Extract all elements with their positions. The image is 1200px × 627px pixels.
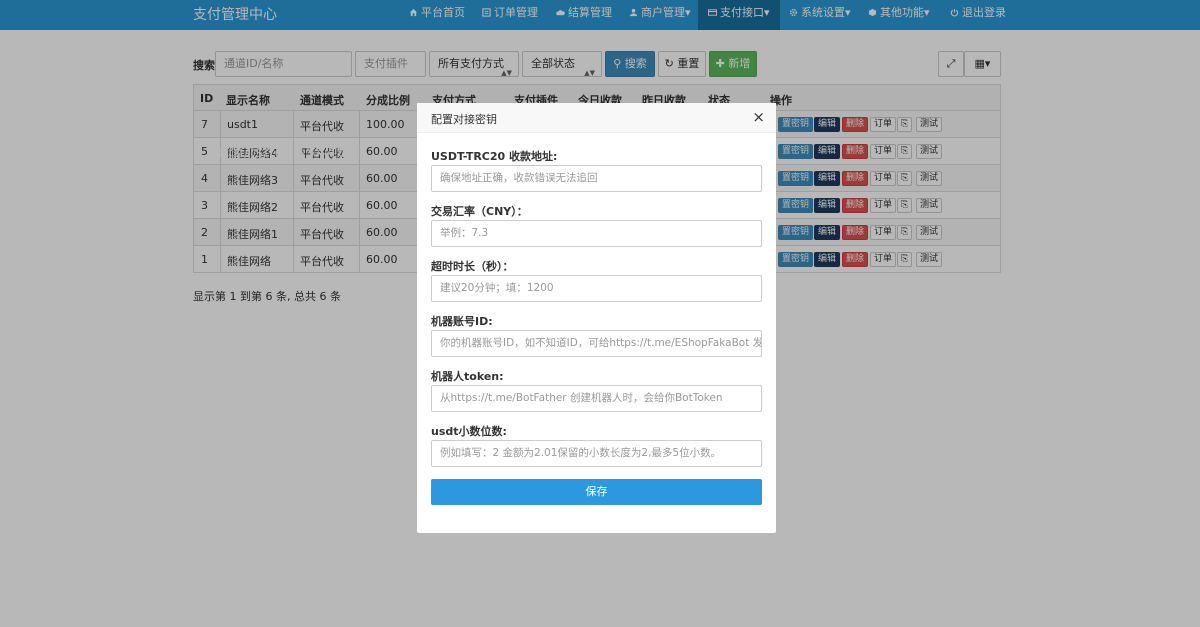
bot-account-id-input[interactable]: 你的机器账号ID，如不知道ID，可给https://t.me/EShopFaka… <box>431 330 762 357</box>
bot-token-input[interactable]: 从https://t.me/BotFather 创建机器人时，会给你BotTok… <box>431 385 762 412</box>
usdt-address-input[interactable]: 确保地址正确，收款错误无法追回 <box>431 165 762 192</box>
modal-header: 配置对接密钥 × <box>417 103 776 133</box>
usdt-decimals-input[interactable]: 例如填写：2 金额为2.01保留的小数长度为2,最多5位小数。 <box>431 440 762 467</box>
bot-account-id-label: 机器账号ID: <box>431 315 493 328</box>
usdt-decimals-label: usdt小数位数: <box>431 425 507 438</box>
exchange-rate-label: 交易汇率（CNY）： <box>431 205 528 218</box>
exchange-rate-input[interactable]: 举例：7.3 <box>431 220 762 247</box>
bot-token-label: 机器人token: <box>431 370 504 383</box>
modal-title: 配置对接密钥 <box>431 113 497 126</box>
timeout-label: 超时时长（秒）： <box>431 260 514 273</box>
usdt-address-label: USDT-TRC20 收款地址: <box>431 150 558 163</box>
close-icon[interactable]: × <box>752 108 765 126</box>
timeout-input[interactable]: 建议20分钟；填：1200 <box>431 275 762 302</box>
configure-key-modal: 配置对接密钥 × USDT-TRC20 收款地址: 确保地址正确，收款错误无法追… <box>417 103 776 533</box>
save-button[interactable]: 保存 <box>431 479 762 505</box>
